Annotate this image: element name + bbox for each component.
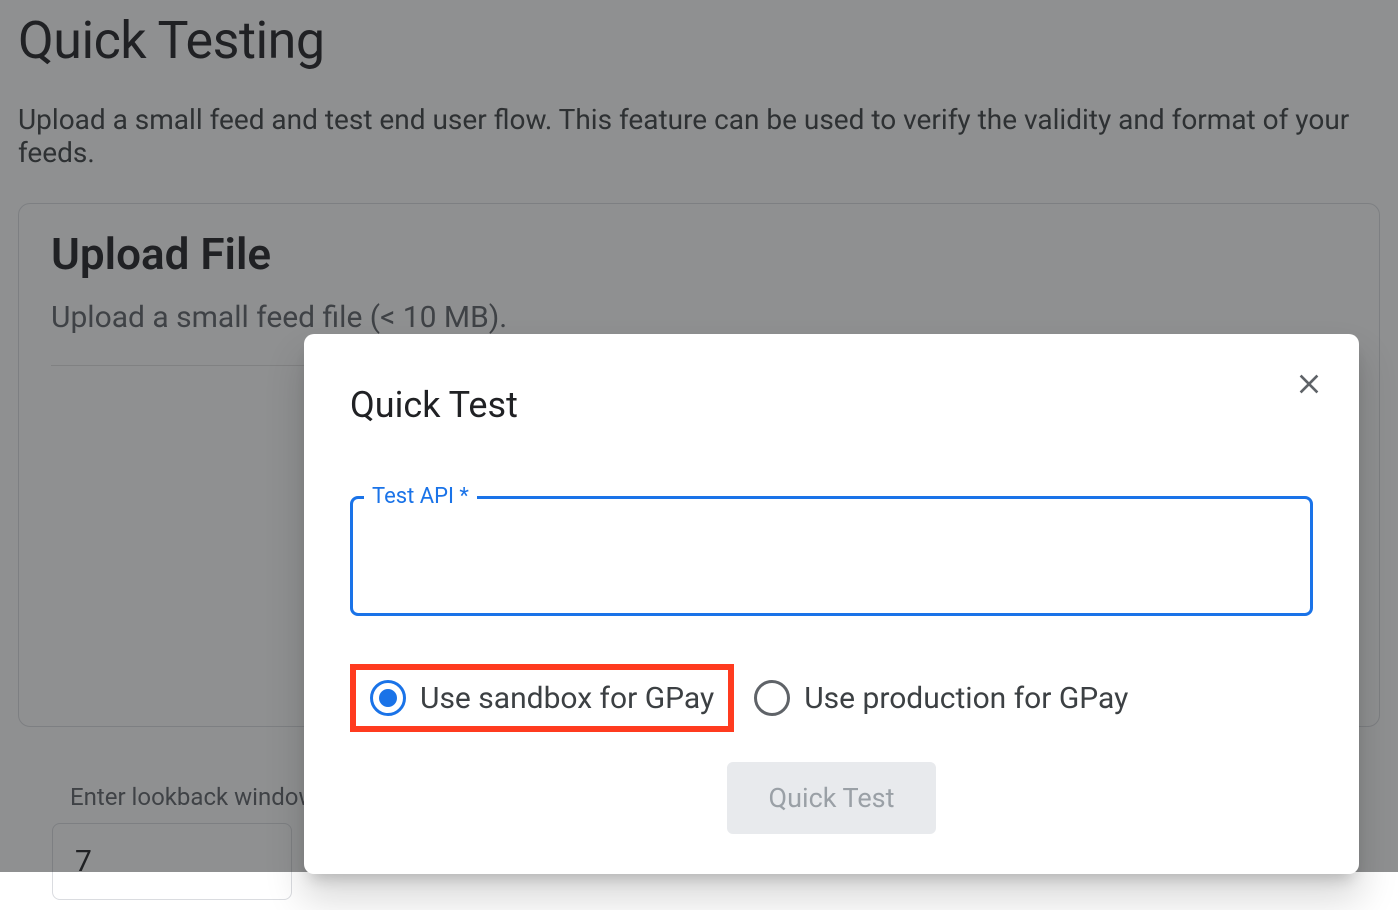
quick-test-button[interactable]: Quick Test [727,762,937,834]
radio-production[interactable]: Use production for GPay [744,672,1138,724]
test-api-label: Test API * [364,484,477,509]
radio-icon [754,680,790,716]
highlight-sandbox: Use sandbox for GPay [350,664,734,732]
radio-sandbox-label: Use sandbox for GPay [420,681,714,716]
test-api-input[interactable] [350,496,1313,616]
quick-test-dialog: Quick Test Test API * Use sandbox for GP… [304,334,1359,874]
close-button[interactable] [1287,362,1331,406]
dialog-actions: Quick Test [350,762,1313,834]
close-icon [1293,368,1325,400]
radio-sandbox[interactable]: Use sandbox for GPay [370,680,714,716]
radio-icon [370,680,406,716]
radio-production-label: Use production for GPay [804,681,1128,716]
gpay-radio-group: Use sandbox for GPay Use production for … [350,664,1313,732]
test-api-field: Test API * [350,496,1313,620]
dialog-title: Quick Test [350,384,1313,426]
